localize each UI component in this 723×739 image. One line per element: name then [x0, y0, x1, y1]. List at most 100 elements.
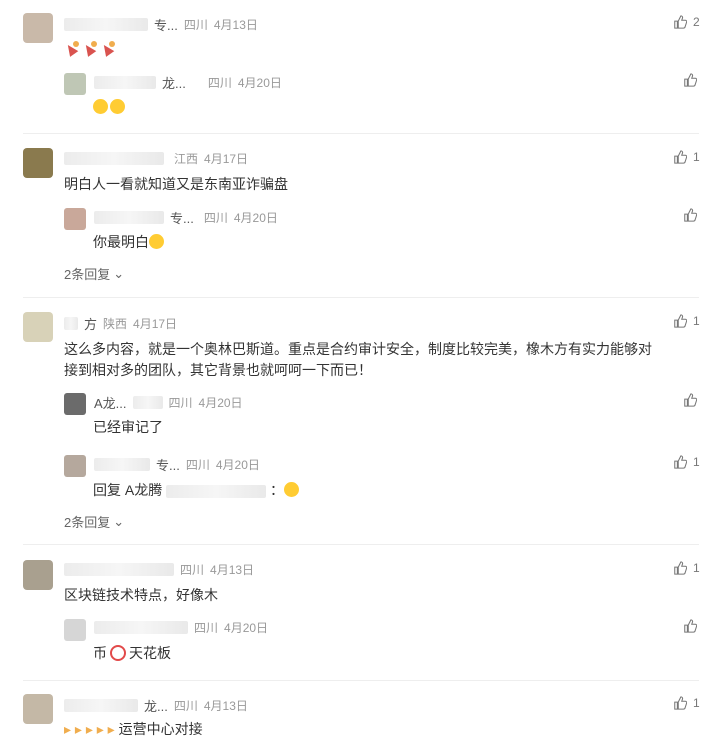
username[interactable]: 龙... — [144, 696, 168, 715]
party-popper-icon — [64, 41, 80, 56]
reply-text — [93, 99, 127, 115]
divider — [23, 680, 699, 681]
like-button[interactable]: 1 — [673, 696, 700, 710]
avatar[interactable] — [23, 13, 53, 43]
avatar[interactable] — [64, 208, 86, 230]
smile-icon — [284, 482, 300, 497]
thumbs-up-icon — [674, 15, 687, 29]
location: 四川 — [207, 76, 232, 90]
thumbs-up-icon — [674, 314, 687, 328]
like-button[interactable]: 1 — [673, 561, 700, 575]
avatar[interactable] — [64, 73, 86, 95]
avatar[interactable] — [23, 148, 53, 178]
like-button[interactable] — [683, 393, 697, 407]
chevron-down-icon: ⌄ — [113, 513, 125, 529]
date: 4月13日 — [203, 699, 248, 713]
date: 4月20日 — [237, 76, 282, 90]
location: 江西 — [174, 152, 199, 166]
party-popper-icon — [100, 41, 116, 56]
thumbs-up-icon — [674, 561, 687, 575]
reply-meta: 专... 四川 4月20日 — [94, 455, 260, 474]
username[interactable]: 专... — [156, 455, 180, 474]
blurred-username — [132, 396, 163, 409]
like-count: 1 — [693, 314, 700, 328]
blurred-username — [94, 211, 164, 224]
location: 四川 — [194, 621, 219, 635]
party-popper-icon — [82, 41, 98, 56]
blurred-username — [64, 699, 138, 712]
location: 四川 — [183, 18, 208, 32]
username[interactable]: 方 — [84, 314, 97, 333]
blurred-username — [64, 563, 174, 576]
chevron-down-icon: ⌄ — [113, 265, 125, 281]
blurred-username — [64, 18, 148, 31]
show-replies-label: 2条回复 — [64, 267, 111, 282]
show-replies-label: 2条回复 — [64, 515, 111, 530]
date: 4月20日 — [198, 396, 243, 410]
comment-meta: 龙... 四川 4月13日 — [64, 696, 248, 715]
like-button[interactable]: 2 — [673, 15, 700, 29]
like-count: 1 — [693, 696, 700, 710]
blurred-username — [94, 76, 156, 89]
thumbs-up-icon — [684, 393, 697, 407]
location: 四川 — [168, 396, 193, 410]
like-count: 1 — [693, 561, 700, 575]
date: 4月13日 — [210, 563, 255, 577]
thumbs-up-icon — [684, 208, 697, 222]
divider — [23, 544, 699, 545]
comment-text-content: 运营中心对接 — [118, 721, 203, 737]
reply-text-after: 天花板 — [129, 645, 171, 661]
like-button[interactable]: 1 — [673, 314, 700, 328]
date: 4月17日 — [133, 317, 178, 331]
like-button[interactable]: 1 — [673, 150, 700, 164]
avatar[interactable] — [64, 455, 86, 477]
like-button[interactable] — [683, 208, 697, 222]
comment-meta: 专... 四川 4月13日 — [64, 15, 258, 34]
show-replies-button[interactable]: 2条回复 ⌄ — [64, 512, 124, 531]
reply-text: 已经审记了 — [93, 419, 163, 435]
reply-meta: 专... 四川 4月20日 — [94, 208, 278, 227]
location: 四川 — [185, 458, 210, 472]
comment-text: 区块链技术特点，好像木 — [64, 587, 218, 603]
username[interactable]: A龙... — [94, 393, 127, 412]
username[interactable]: 龙... — [162, 73, 186, 92]
avatar[interactable] — [23, 560, 53, 590]
date: 4月17日 — [204, 152, 249, 166]
blurred-username — [94, 458, 150, 471]
red-circle-icon — [110, 645, 126, 661]
date: 4月20日 — [215, 458, 260, 472]
location: 四川 — [203, 211, 228, 225]
reply-text-suffix: ： — [270, 482, 285, 498]
avatar[interactable] — [64, 619, 86, 641]
divider — [23, 297, 699, 298]
reply-text-content: 你最明白 — [93, 234, 149, 250]
show-replies-button[interactable]: 2条回复 ⌄ — [64, 264, 124, 283]
date: 4月13日 — [213, 18, 258, 32]
location: 四川 — [180, 563, 205, 577]
blurred-username — [64, 152, 164, 165]
reply-text: 你最明白 — [93, 232, 166, 252]
blurred-mention — [166, 484, 267, 498]
avatar[interactable] — [23, 694, 53, 724]
comment-text-line: 这么多内容，就是一个奥林巴斯道。重点是合约审计安全，制度比较完美，橡木方有实力能… — [64, 341, 652, 357]
date: 4月20日 — [224, 621, 269, 635]
avatar[interactable] — [64, 393, 86, 415]
laughing-face-icon — [93, 99, 108, 114]
like-button[interactable]: 1 — [673, 455, 700, 469]
username[interactable]: 专... — [170, 208, 194, 227]
laughing-face-icon — [110, 99, 125, 114]
username[interactable]: 专... — [154, 15, 178, 34]
thumbs-up-icon — [674, 150, 687, 164]
blurred-username — [64, 317, 78, 330]
comment-text: ▸ ▸ ▸ ▸ ▸ 运营中心对接 — [64, 719, 203, 739]
like-count: 1 — [693, 150, 700, 164]
location: 陕西 — [103, 317, 128, 331]
location: 四川 — [173, 699, 198, 713]
thumbs-up-icon — [674, 696, 687, 710]
date: 4月20日 — [233, 211, 278, 225]
thumbs-up-icon — [684, 619, 697, 633]
like-count: 2 — [693, 15, 700, 29]
like-button[interactable] — [683, 73, 697, 87]
avatar[interactable] — [23, 312, 53, 342]
like-button[interactable] — [683, 619, 697, 633]
